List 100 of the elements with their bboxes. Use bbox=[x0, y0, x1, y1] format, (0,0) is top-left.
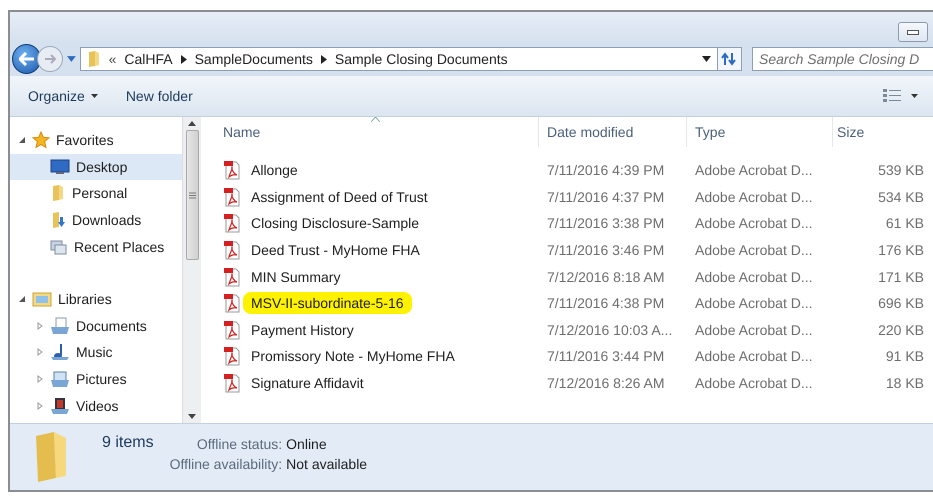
status-label: Offline status: bbox=[196, 436, 282, 452]
type-cell-text: Adobe Acrobat D... bbox=[694, 295, 814, 312]
type-cell-text: Adobe Acrobat D... bbox=[694, 322, 814, 338]
star-icon bbox=[32, 131, 50, 150]
collapsed-arrow-icon[interactable] bbox=[36, 348, 44, 356]
scrollbar[interactable] bbox=[182, 117, 201, 423]
size-cell-text: 696 KB bbox=[877, 295, 925, 312]
dropdown-arrow-icon[interactable] bbox=[911, 94, 918, 98]
nav-item[interactable]: Pictures bbox=[10, 366, 182, 392]
breadcrumb-arrow-icon[interactable] bbox=[180, 54, 187, 64]
date-cell-text: 7/12/2016 10:03 A... bbox=[546, 322, 674, 338]
expanded-arrow-icon[interactable] bbox=[18, 136, 26, 144]
pdf-file-icon bbox=[223, 346, 241, 366]
pdf-file-icon bbox=[223, 240, 241, 260]
collapsed-arrow-icon[interactable] bbox=[36, 375, 44, 384]
nav-item[interactable]: Downloads bbox=[10, 206, 182, 234]
folder-icon bbox=[50, 184, 66, 202]
nav-item[interactable]: Music bbox=[10, 339, 182, 366]
size-cell-text: 534 KB bbox=[877, 188, 925, 205]
column-header[interactable]: Date modified bbox=[539, 117, 687, 147]
breadcrumb[interactable]: CalHFA bbox=[124, 51, 173, 67]
type-cell-text: Adobe Acrobat D... bbox=[694, 188, 814, 205]
status-value: Not available bbox=[286, 456, 368, 472]
type-cell-text: Adobe Acrobat D... bbox=[694, 375, 814, 392]
monitor-icon bbox=[50, 158, 70, 175]
status-value: Online bbox=[286, 436, 328, 452]
details-view-icon[interactable] bbox=[883, 89, 901, 103]
organize-button[interactable]: Organize bbox=[28, 86, 98, 106]
scroll-thumb[interactable] bbox=[186, 130, 198, 260]
forward-button[interactable] bbox=[37, 46, 63, 72]
breadcrumb-overflow[interactable]: « bbox=[108, 51, 116, 67]
refresh-button[interactable] bbox=[716, 47, 742, 71]
pictures-library-icon bbox=[50, 370, 70, 388]
size-cell-text: 61 KB bbox=[884, 215, 925, 232]
date-cell-text: 7/11/2016 4:39 PM bbox=[546, 162, 666, 178]
file-name[interactable]: MSV-II-subordinate-5-16 bbox=[243, 292, 412, 314]
dropdown-arrow-icon[interactable] bbox=[702, 56, 711, 62]
column-header[interactable]: Type bbox=[687, 117, 833, 147]
file-name[interactable]: Allonge bbox=[247, 161, 302, 180]
folder-icon bbox=[86, 50, 101, 68]
type-cell-text: Adobe Acrobat D... bbox=[694, 268, 814, 285]
type-cell-text: Adobe Acrobat D... bbox=[694, 348, 814, 364]
file-name[interactable]: MIN Summary bbox=[247, 268, 344, 286]
expanded-arrow-icon[interactable] bbox=[18, 295, 26, 304]
back-arrow-icon bbox=[18, 52, 35, 66]
date-cell-text: 7/12/2016 8:18 AM bbox=[546, 268, 666, 285]
scroll-up-icon[interactable] bbox=[188, 121, 196, 126]
size-cell-text: 18 KB bbox=[884, 375, 925, 392]
nav-item[interactable]: Videos bbox=[10, 392, 182, 419]
date-cell-text: 7/11/2016 4:37 PM bbox=[546, 188, 666, 205]
nav-item[interactable]: Personal bbox=[10, 180, 182, 207]
date-cell-text: 7/11/2016 4:38 PM bbox=[546, 295, 666, 312]
date-cell-text: 7/11/2016 3:46 PM bbox=[546, 242, 666, 258]
size-cell-text: 176 KB bbox=[877, 242, 925, 258]
size-cell-text: 539 KB bbox=[877, 162, 925, 178]
library-icon bbox=[32, 290, 52, 308]
date-cell-text: 7/11/2016 3:38 PM bbox=[546, 215, 666, 232]
collapsed-arrow-icon[interactable] bbox=[36, 402, 44, 410]
size-cell-text: 220 KB bbox=[877, 322, 925, 338]
file-name[interactable]: Promissory Note - MyHome FHA bbox=[247, 347, 459, 366]
history-dropdown-icon[interactable] bbox=[66, 56, 76, 62]
address-bar[interactable]: « CalHFA SampleDocuments Sample Closing Documents bbox=[80, 47, 718, 71]
nav-item[interactable]: Desktop bbox=[10, 154, 182, 180]
new-folder-button[interactable]: New folder bbox=[126, 86, 193, 106]
file-name[interactable]: Closing Disclosure-Sample bbox=[247, 214, 424, 232]
pdf-file-icon bbox=[223, 293, 241, 314]
caret-icon bbox=[90, 94, 98, 98]
back-button[interactable] bbox=[12, 44, 42, 74]
pdf-file-icon bbox=[223, 266, 241, 287]
file-name[interactable]: Deed Trust - MyHome FHA bbox=[247, 241, 424, 260]
breadcrumb[interactable]: SampleDocuments bbox=[194, 51, 313, 67]
column-header[interactable]: Size bbox=[833, 117, 926, 147]
minimize-button[interactable] bbox=[898, 22, 928, 42]
pdf-file-icon bbox=[223, 213, 241, 234]
forward-arrow-icon bbox=[44, 54, 56, 64]
collapsed-arrow-icon[interactable] bbox=[36, 322, 44, 330]
pdf-file-icon bbox=[223, 373, 241, 394]
pdf-file-icon bbox=[223, 320, 241, 340]
date-cell-text: 7/11/2016 3:44 PM bbox=[546, 348, 666, 364]
file-name[interactable]: Signature Affidavit bbox=[247, 374, 368, 392]
scroll-down-icon[interactable] bbox=[188, 414, 196, 419]
nav-group[interactable]: Favorites bbox=[10, 127, 182, 154]
size-cell-text: 171 KB bbox=[877, 268, 925, 285]
nav-item[interactable]: Documents bbox=[10, 312, 182, 340]
file-name[interactable]: Assignment of Deed of Trust bbox=[247, 188, 432, 206]
pdf-file-icon bbox=[223, 186, 241, 207]
file-name[interactable]: Payment History bbox=[247, 320, 358, 339]
search-field[interactable]: Search Sample Closing D bbox=[752, 47, 933, 71]
status-label: Offline availability: bbox=[170, 456, 282, 472]
column-header[interactable]: Name bbox=[201, 117, 539, 147]
recent-places-icon bbox=[50, 238, 68, 256]
breadcrumb-arrow-icon[interactable] bbox=[320, 54, 327, 64]
pdf-file-icon bbox=[223, 160, 241, 180]
type-cell-text: Adobe Acrobat D... bbox=[694, 242, 814, 258]
nav-item[interactable]: Recent Places bbox=[10, 233, 182, 260]
item-count: 9 items bbox=[102, 434, 154, 452]
type-cell-text: Adobe Acrobat D... bbox=[694, 162, 814, 178]
nav-group[interactable]: Libraries bbox=[10, 286, 182, 313]
document-library-icon bbox=[50, 316, 70, 335]
breadcrumb[interactable]: Sample Closing Documents bbox=[334, 51, 508, 67]
